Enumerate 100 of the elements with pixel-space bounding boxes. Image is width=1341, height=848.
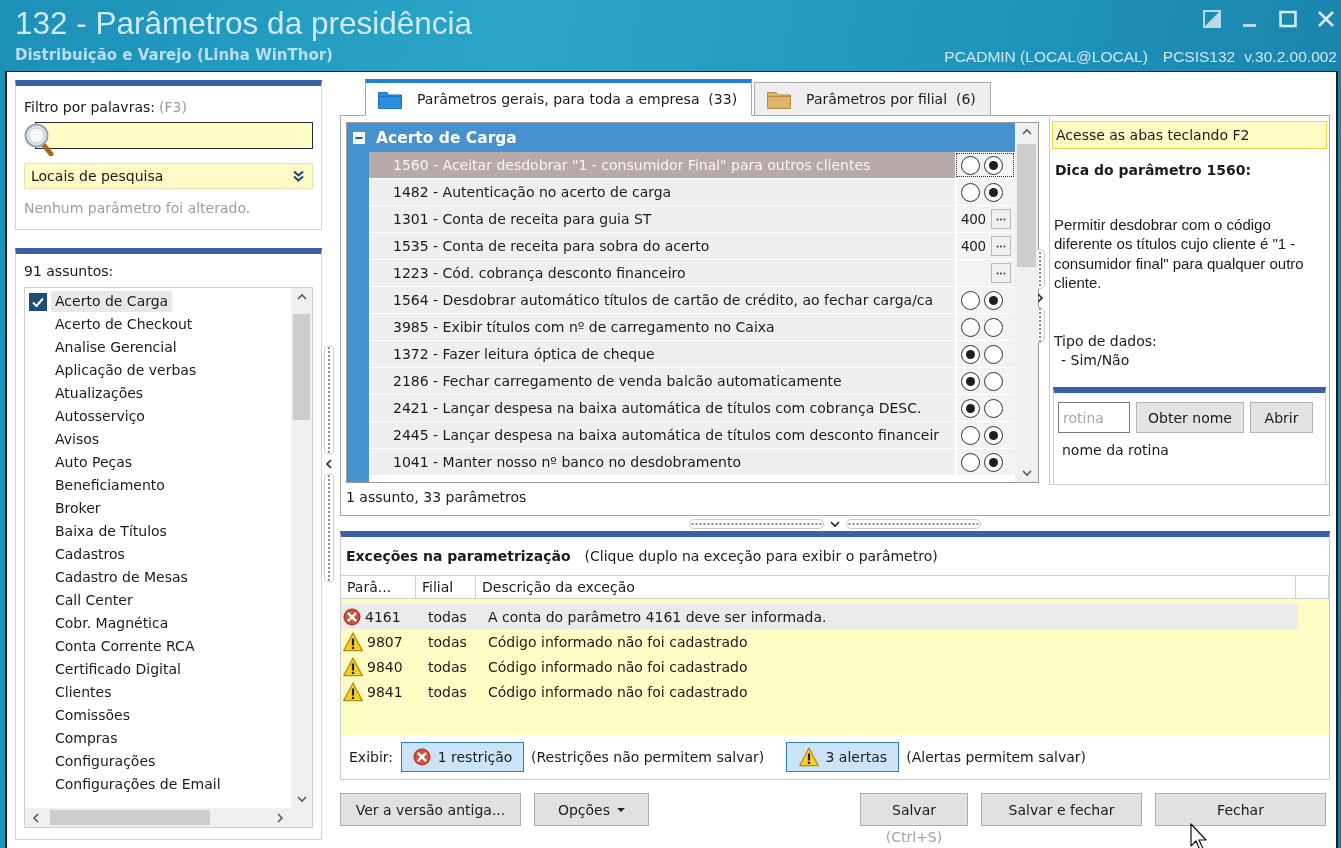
filter-toggle-button[interactable]: 1 restrição — [401, 742, 525, 772]
subject-item[interactable]: Configurações de Email — [51, 774, 225, 795]
radio-button[interactable] — [984, 290, 1003, 310]
table-cell-text: todas — [427, 608, 468, 625]
radio-button[interactable] — [961, 182, 980, 202]
tip-title: Dica do parâmetro 1560: — [1054, 161, 1253, 179]
subject-item[interactable]: Cadastro de Mesas — [51, 567, 192, 588]
change-status-text: Nenhum parâmetro foi alterado. — [24, 200, 252, 217]
subject-item[interactable]: Analise Gerencial — [51, 337, 181, 358]
save-button[interactable]: Salvar — [860, 793, 968, 826]
parameter-label[interactable]: 1564 - Desdobrar automático títulos de cartão de crédito, ao fechar carga/ca — [369, 287, 955, 313]
radio-button[interactable] — [961, 344, 980, 364]
subject-item[interactable]: Acerto de Checkout — [51, 314, 197, 335]
radio-button[interactable] — [961, 452, 980, 472]
subject-item[interactable]: Cadastros — [51, 544, 129, 565]
radio-button[interactable] — [961, 317, 980, 337]
subject-item[interactable]: Compras — [51, 728, 122, 749]
radio-button[interactable] — [984, 425, 1003, 445]
radio-button[interactable] — [961, 425, 980, 445]
maximize-icon[interactable] — [1279, 10, 1297, 28]
radio-button[interactable] — [984, 317, 1003, 337]
routine-input[interactable]: rotina — [1058, 402, 1130, 434]
subject-item[interactable]: Avisos — [51, 429, 104, 450]
folder-icon — [767, 89, 792, 109]
radio-button[interactable] — [961, 155, 980, 175]
subject-item[interactable]: Atualizações — [51, 383, 148, 404]
scroll-right-icon[interactable] — [275, 812, 285, 823]
parameter-label[interactable]: 1301 - Conta de receita para guia ST — [369, 206, 955, 232]
open-button[interactable]: Abrir — [1250, 402, 1313, 434]
search-locations-dropdown[interactable]: Locais de pesquisa — [24, 163, 313, 189]
splitter-grip[interactable] — [324, 473, 334, 583]
subject-item[interactable]: Cobr. Magnética — [51, 613, 173, 634]
subject-item[interactable]: Certificado Digital — [51, 659, 185, 680]
exception-row[interactable]: 9840 todas Código informado não foi cadastrado — [341, 654, 1298, 679]
collapse-down-icon[interactable] — [830, 518, 840, 529]
radio-button[interactable] — [961, 290, 980, 310]
parameter-label[interactable]: 1535 - Conta de receita para sobra do acerto — [369, 233, 955, 259]
shortcut-hint: (F3) — [159, 99, 187, 115]
parameter-label[interactable]: 1372 - Fazer leitura óptica de cheque — [369, 341, 955, 367]
exception-row[interactable]: 9807 todas Código informado não foi cadastrado — [341, 629, 1298, 654]
tab[interactable]: Parâmetros gerais, para toda a empresa (33) — [365, 79, 753, 116]
subject-item[interactable]: Acerto de Carga — [51, 291, 173, 312]
parameter-label[interactable]: 2186 - Fechar carregamento de venda balcão automaticamente — [369, 368, 955, 394]
radio-button[interactable] — [984, 398, 1003, 418]
scroll-left-icon[interactable] — [31, 812, 41, 823]
exception-row[interactable]: 4161 todas A conta do parâmetro 4161 deve ser informada. — [341, 604, 1298, 629]
close-button[interactable]: Fechar — [1155, 793, 1326, 826]
scroll-up-icon[interactable] — [296, 292, 307, 302]
splitter-grip[interactable] — [846, 518, 981, 529]
radio-button[interactable] — [984, 344, 1003, 364]
old-version-button[interactable]: Ver a versão antiga... — [340, 793, 521, 826]
radio-button[interactable] — [984, 452, 1003, 472]
subject-item[interactable]: Auto Peças — [51, 452, 137, 473]
parameter-value: 400 — [961, 238, 986, 254]
save-and-close-button[interactable]: Salvar e fechar — [981, 793, 1142, 826]
scrollbar-thumb[interactable] — [1017, 144, 1036, 267]
scroll-down-icon[interactable] — [1021, 468, 1032, 478]
subject-item[interactable]: Baixa de Títulos — [51, 521, 171, 542]
subject-item[interactable]: Broker — [51, 498, 105, 519]
collapse-left-icon[interactable] — [324, 459, 334, 469]
parameter-label[interactable]: 1223 - Cód. cobrança desconto financeiro — [369, 260, 955, 286]
tab[interactable]: Parâmetros por filial (6) — [754, 82, 991, 116]
splitter-grip[interactable] — [324, 345, 334, 455]
radio-button[interactable] — [961, 398, 980, 418]
close-icon[interactable] — [1317, 10, 1335, 28]
radio-button[interactable] — [984, 182, 1003, 202]
show-label: Exibir: — [349, 749, 394, 765]
splitter-grip[interactable] — [689, 518, 824, 529]
scrollbar-thumb[interactable] — [50, 810, 210, 825]
search-field[interactable] — [35, 122, 313, 149]
scroll-down-icon[interactable] — [296, 794, 307, 804]
subject-item[interactable]: Beneficiamento — [51, 475, 169, 496]
snap-window-icon[interactable] — [1203, 10, 1221, 28]
subject-item[interactable]: Conta Corrente RCA — [51, 636, 199, 657]
radio-button[interactable] — [984, 155, 1003, 175]
subject-item[interactable]: Autosserviço — [51, 406, 149, 427]
subject-item[interactable]: Comissões — [51, 705, 134, 726]
splitter-grip[interactable] — [1035, 307, 1045, 343]
exception-row[interactable]: 9841 todas Código informado não foi cadastrado — [341, 679, 1298, 704]
parameter-label[interactable]: 2421 - Lançar despesa na baixa automática de títulos com cobrança DESC. — [369, 395, 955, 421]
parameter-label[interactable]: 1482 - Autenticação no acerto de carga — [369, 179, 955, 205]
parameter-label[interactable]: 2445 - Lançar despesa na baixa automática de títulos com desconto financeir — [369, 422, 955, 448]
collapse-icon[interactable] — [353, 131, 365, 144]
radio-button[interactable] — [961, 371, 980, 391]
subject-item[interactable]: Call Center — [51, 590, 137, 611]
subject-item[interactable]: Configurações — [51, 751, 160, 772]
splitter-grip[interactable] — [1035, 249, 1045, 289]
options-menu-button[interactable]: Opções — [534, 793, 649, 826]
get-name-button[interactable]: Obter nome — [1136, 402, 1244, 434]
parameter-label[interactable]: 3985 - Exibir títulos com nº de carregamento no Caixa — [369, 314, 955, 340]
scroll-up-icon[interactable] — [1021, 127, 1032, 137]
filter-toggle-button[interactable]: 3 alertas — [786, 742, 900, 772]
checkbox[interactable] — [29, 292, 47, 311]
double-chevron-down-icon — [293, 170, 304, 182]
expand-right-icon[interactable] — [1035, 293, 1045, 303]
subject-item[interactable]: Clientes — [51, 682, 116, 703]
radio-button[interactable] — [984, 371, 1003, 391]
scrollbar-thumb[interactable] — [293, 314, 310, 420]
parameter-label[interactable]: 1041 - Manter nosso nº banco no desdobramento — [369, 449, 955, 475]
subject-item[interactable]: Aplicação de verbas — [51, 360, 201, 381]
